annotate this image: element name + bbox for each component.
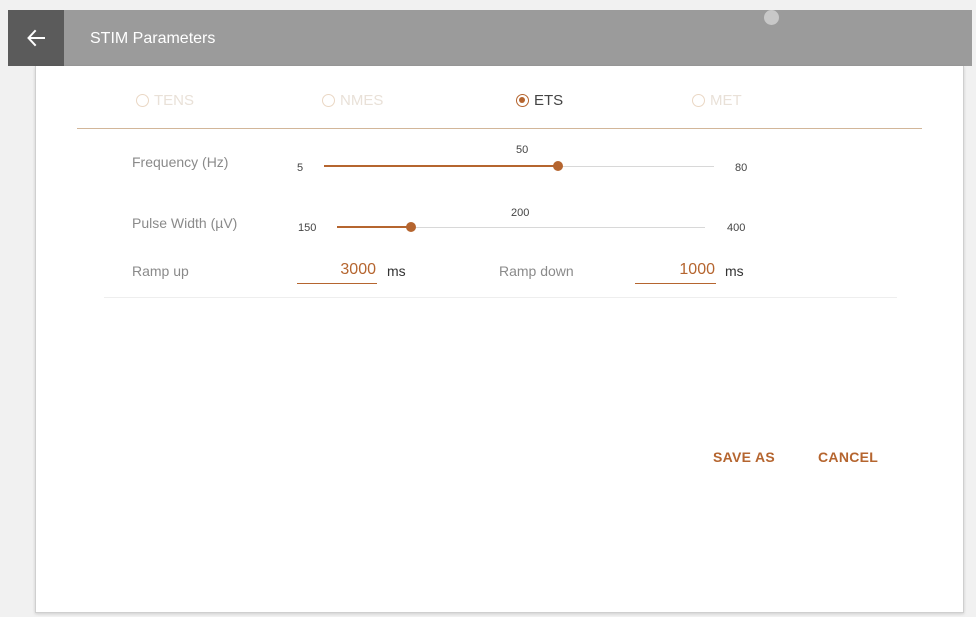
pulse-width-max: 400 — [727, 222, 746, 234]
frequency-value: 50 — [516, 144, 529, 156]
ramp-up-label: Ramp up — [132, 263, 189, 279]
pulse-width-fill — [337, 226, 411, 228]
parameters-card: TENS NMES ETS MET Frequency (Hz) 5 50 80… — [35, 66, 964, 613]
mode-option-ets[interactable]: ETS — [516, 92, 563, 109]
ramp-down-unit: ms — [725, 263, 744, 279]
mode-label: MET — [710, 92, 742, 109]
ramp-down-input[interactable]: 1000 — [655, 261, 715, 279]
cancel-button[interactable]: CANCEL — [818, 449, 878, 465]
mode-option-nmes[interactable]: NMES — [322, 92, 383, 109]
save-as-button[interactable]: SAVE AS — [713, 449, 775, 465]
radio-selected-icon — [516, 94, 529, 107]
ramp-down-underline — [635, 283, 716, 284]
ramp-up-unit: ms — [387, 263, 406, 279]
radio-icon — [136, 94, 149, 107]
ramp-down-label: Ramp down — [499, 263, 574, 279]
status-dot — [764, 10, 779, 25]
frequency-max: 80 — [735, 162, 748, 174]
frequency-label: Frequency (Hz) — [132, 154, 229, 170]
frequency-min: 5 — [297, 162, 304, 174]
pulse-width-min: 150 — [298, 222, 317, 234]
app-bar: STIM Parameters — [8, 10, 972, 66]
pulse-width-value: 200 — [511, 207, 530, 219]
mode-option-met[interactable]: MET — [692, 92, 742, 109]
ramp-up-underline — [297, 283, 377, 284]
mode-label: TENS — [154, 92, 195, 109]
mode-option-tens[interactable]: TENS — [136, 92, 194, 109]
pulse-width-label: Pulse Width (µV) — [132, 215, 238, 231]
arrow-left-icon — [27, 29, 45, 47]
ramp-up-input[interactable]: 3000 — [316, 261, 376, 279]
back-button[interactable] — [8, 10, 64, 66]
radio-icon — [322, 94, 335, 107]
mode-label: NMES — [340, 92, 384, 109]
pulse-width-thumb[interactable] — [406, 222, 416, 232]
frequency-fill — [324, 165, 558, 167]
radio-icon — [692, 94, 705, 107]
mode-divider — [77, 128, 922, 129]
section-divider — [104, 297, 897, 298]
frequency-thumb[interactable] — [553, 161, 563, 171]
mode-label: ETS — [534, 92, 564, 109]
page-title: STIM Parameters — [90, 30, 216, 47]
